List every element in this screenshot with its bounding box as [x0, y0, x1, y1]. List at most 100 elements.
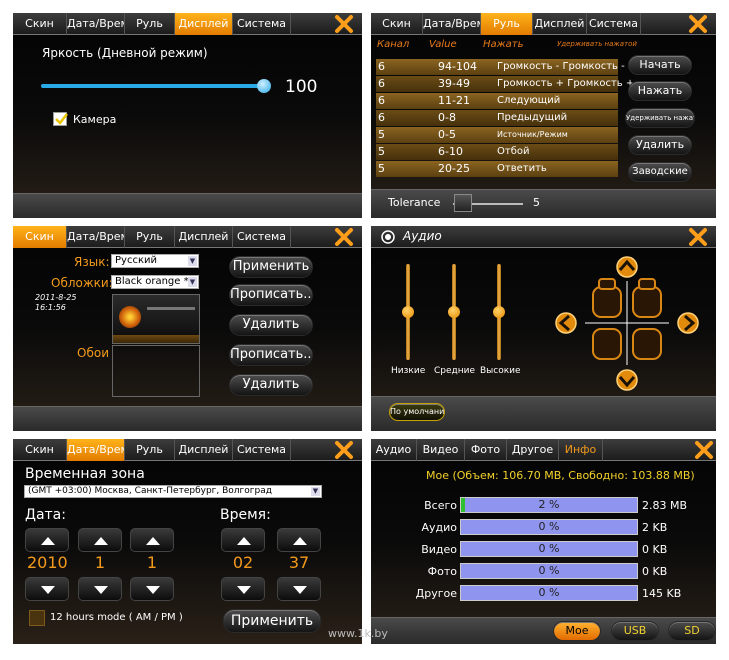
tab-display[interactable]: Дисплей: [533, 13, 587, 35]
close-icon[interactable]: [688, 14, 708, 34]
camera-checkbox[interactable]: [53, 112, 68, 126]
triangle-up-icon: [146, 537, 160, 545]
tab-info[interactable]: Инфо: [559, 439, 603, 461]
factory-button[interactable]: Заводские: [628, 162, 692, 182]
mid-slider-knob[interactable]: [448, 306, 460, 318]
month-value: 1: [94, 553, 106, 572]
table-row[interactable]: 6 0-8 Предыдущий: [376, 110, 618, 126]
delete-button[interactable]: Удалить: [628, 135, 692, 155]
triangle-up-icon: [94, 537, 108, 545]
tab-audio[interactable]: Аудио: [371, 439, 417, 461]
skin-delete-button[interactable]: Удалить: [229, 314, 313, 336]
tab-datetime[interactable]: Дата/Время: [67, 13, 125, 35]
tab-skin[interactable]: Скин: [13, 13, 67, 35]
up-arrow-icon[interactable]: [616, 256, 638, 278]
day-down-button[interactable]: [130, 577, 174, 601]
brightness-slider[interactable]: [41, 84, 267, 88]
wallpaper-preview: [112, 345, 200, 397]
hour-value: 02: [232, 553, 254, 572]
hour-down-button[interactable]: [221, 577, 265, 601]
brightness-slider-knob[interactable]: [257, 79, 271, 93]
hours12-checkbox[interactable]: [29, 610, 45, 626]
table-row[interactable]: 6 11-21 Следующий: [376, 93, 618, 109]
sd-button[interactable]: SD: [668, 621, 716, 641]
tab-other[interactable]: Другое: [507, 439, 559, 461]
tab-display[interactable]: Дисплей: [175, 13, 233, 35]
treble-slider-knob[interactable]: [493, 306, 505, 318]
year-down-button[interactable]: [25, 577, 69, 601]
tab-wheel[interactable]: Руль: [125, 439, 175, 461]
timezone-select[interactable]: (GMT +03:00) Москва, Санкт-Петербург, Во…: [24, 485, 322, 498]
triangle-up-icon: [41, 537, 55, 545]
wallpaper-delete-button[interactable]: Удалить: [229, 374, 313, 396]
skin-browse-button[interactable]: Прописать...: [229, 284, 313, 306]
tab-bar: Скин Дата/Время Руль Дисплей Система: [371, 13, 716, 35]
table-row[interactable]: 6 94-104 Громкость - Громкость -: [376, 59, 625, 75]
chevron-down-icon: ▼: [188, 256, 197, 266]
language-select[interactable]: Русский ▼: [111, 254, 199, 268]
left-arrow-icon[interactable]: [555, 312, 577, 334]
press-button[interactable]: Нажать: [628, 81, 692, 101]
audio-size: 2 KB: [642, 521, 668, 534]
close-icon[interactable]: [694, 440, 714, 460]
table-row[interactable]: 5 6-10 Отбой: [376, 144, 618, 160]
down-arrow-icon[interactable]: [616, 369, 638, 391]
default-button[interactable]: По умолчанию: [389, 403, 445, 421]
wallpaper-browse-button[interactable]: Прописать...: [229, 344, 313, 366]
preview-disc: [119, 306, 141, 328]
start-button[interactable]: Начать: [628, 55, 692, 75]
month-up-button[interactable]: [78, 528, 122, 552]
tab-system[interactable]: Система: [587, 13, 641, 35]
table-row[interactable]: 5 0-5 Источник/Режим: [376, 127, 618, 143]
tab-datetime[interactable]: Дата/Время: [423, 13, 481, 35]
timezone-label: Временная зона: [25, 466, 145, 482]
tab-skin[interactable]: Скин: [371, 13, 423, 35]
skins-select[interactable]: Black orange * ▼: [111, 275, 199, 289]
close-icon[interactable]: [334, 440, 354, 460]
tab-skin[interactable]: Скин: [13, 226, 67, 248]
tab-photo[interactable]: Фото: [465, 439, 507, 461]
minute-up-button[interactable]: [277, 528, 321, 552]
close-icon[interactable]: [334, 227, 354, 247]
tolerance-label: Tolerance: [388, 196, 441, 209]
bottom-bar: [13, 193, 362, 218]
close-icon[interactable]: [688, 227, 708, 247]
tab-wheel[interactable]: Руль: [481, 13, 533, 35]
photo-size: 0 KB: [642, 565, 668, 578]
tolerance-slider-knob[interactable]: [454, 194, 472, 212]
usb-button[interactable]: USB: [611, 621, 659, 641]
tab-system[interactable]: Система: [233, 13, 291, 35]
right-arrow-icon[interactable]: [677, 312, 699, 334]
tab-display[interactable]: Дисплей: [175, 226, 233, 248]
bass-slider-knob[interactable]: [402, 306, 414, 318]
skin-preview: [112, 294, 200, 344]
month-down-button[interactable]: [78, 577, 122, 601]
tab-wheel[interactable]: Руль: [125, 226, 175, 248]
tab-wheel[interactable]: Руль: [125, 13, 175, 35]
tab-system[interactable]: Система: [233, 226, 291, 248]
mid-label: Средние: [434, 366, 476, 376]
tolerance-value: 5: [533, 196, 540, 209]
my-storage-button[interactable]: Мое: [553, 621, 601, 641]
year-up-button[interactable]: [25, 528, 69, 552]
tab-video[interactable]: Видео: [417, 439, 465, 461]
hour-up-button[interactable]: [221, 528, 265, 552]
tab-datetime[interactable]: Дата/Время: [67, 439, 125, 461]
minute-down-button[interactable]: [277, 577, 321, 601]
table-row[interactable]: 6 39-49 Громкость + Громкость +: [376, 76, 634, 92]
triangle-down-icon: [237, 586, 251, 594]
tab-skin[interactable]: Скин: [13, 439, 67, 461]
bass-label: Низкие: [391, 366, 426, 376]
apply-button[interactable]: Применить: [223, 609, 321, 633]
table-row[interactable]: 5 20-25 Ответить: [376, 161, 618, 177]
tab-system[interactable]: Система: [233, 439, 291, 461]
close-icon[interactable]: [334, 14, 354, 34]
photo-label: Фото: [427, 565, 457, 578]
checkmark-icon: [55, 113, 68, 125]
day-up-button[interactable]: [130, 528, 174, 552]
triangle-down-icon: [41, 586, 55, 594]
apply-button[interactable]: Применить: [229, 256, 313, 278]
tab-datetime[interactable]: Дата/Время: [67, 226, 125, 248]
tab-display[interactable]: Дисплей: [175, 439, 233, 461]
hold-button[interactable]: Удерживать нажатой: [625, 108, 695, 128]
